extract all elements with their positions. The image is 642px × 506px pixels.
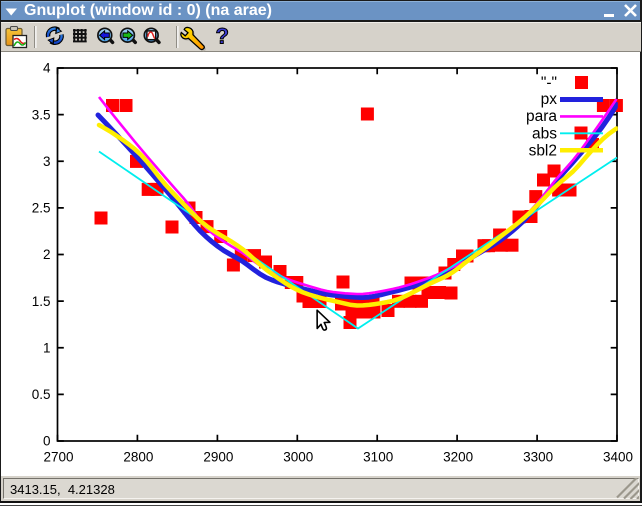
svg-text:3.5: 3.5: [32, 107, 51, 122]
svg-text:2: 2: [43, 247, 51, 262]
svg-text:2.5: 2.5: [32, 201, 51, 216]
svg-text:px: px: [541, 91, 558, 108]
svg-text:2700: 2700: [43, 450, 73, 465]
svg-text:abs: abs: [532, 126, 557, 143]
svg-text:3: 3: [43, 154, 51, 169]
svg-text:3300: 3300: [523, 450, 553, 465]
svg-text:para: para: [526, 108, 557, 125]
svg-text:sbl2: sbl2: [529, 143, 557, 160]
svg-text:3000: 3000: [283, 450, 313, 465]
svg-text:4: 4: [43, 61, 51, 76]
svg-text:0: 0: [43, 434, 51, 449]
svg-text:3200: 3200: [443, 450, 473, 465]
svg-text:2800: 2800: [123, 450, 153, 465]
svg-text:1: 1: [43, 340, 51, 355]
svg-text:0.5: 0.5: [32, 387, 51, 402]
svg-text:3100: 3100: [363, 450, 393, 465]
svg-text:3400: 3400: [603, 450, 633, 465]
svg-text:2900: 2900: [203, 450, 233, 465]
svg-text:1.5: 1.5: [32, 294, 51, 309]
svg-text:"-": "-": [541, 75, 557, 92]
